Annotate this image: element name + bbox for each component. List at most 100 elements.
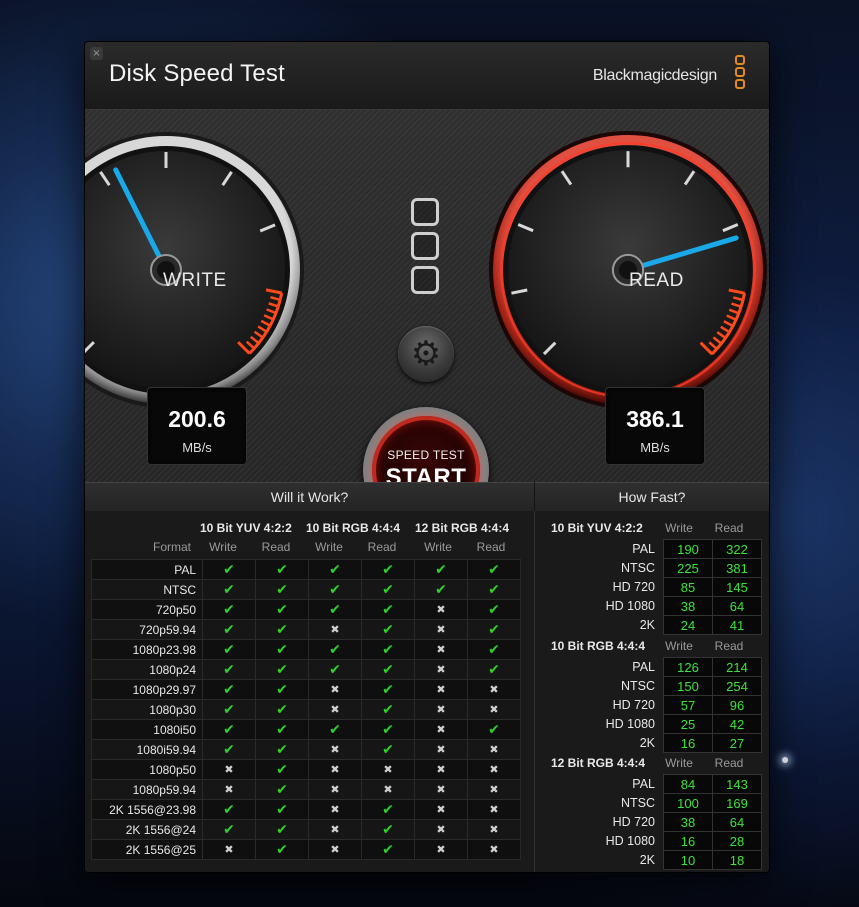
format-label: HD 1080 [605, 834, 655, 848]
table-row: 720p50 ✔ ✔ ✔ ✔ ✖ ✔ [91, 599, 521, 620]
check-icon: ✔ [202, 799, 256, 820]
write-fps-value: 225 [663, 558, 713, 578]
read-fps-value: 28 [712, 831, 762, 851]
cross-icon: ✖ [414, 779, 468, 800]
close-button[interactable]: × [90, 47, 103, 60]
check-icon: ✔ [467, 659, 521, 680]
check-icon: ✔ [361, 579, 415, 600]
format-label: 1080p29.97 [91, 679, 203, 700]
cross-icon: ✖ [414, 719, 468, 740]
check-icon: ✔ [308, 659, 362, 680]
read-column-header: Read [261, 540, 291, 554]
title-bar: × Disk Speed Test Blackmagicdesign [85, 42, 769, 110]
read-fps-value: 64 [712, 596, 762, 616]
check-icon: ✔ [467, 599, 521, 620]
check-icon: ✔ [308, 599, 362, 620]
table-row: NTSC 150 254 [537, 676, 762, 696]
cross-icon: ✖ [414, 699, 468, 720]
write-fps-value: 84 [663, 774, 713, 794]
check-icon: ✔ [202, 639, 256, 660]
format-label: 1080p23.98 [91, 639, 203, 660]
write-fps-value: 100 [663, 793, 713, 813]
check-icon: ✔ [361, 739, 415, 760]
format-label: 1080p50 [91, 759, 203, 780]
read-column-header: Read [714, 756, 744, 770]
read-fps-value: 145 [712, 577, 762, 597]
write-column-header: Write [209, 540, 237, 554]
check-icon: ✔ [467, 619, 521, 640]
check-icon: ✔ [361, 639, 415, 660]
table-row: 1080i50 ✔ ✔ ✔ ✔ ✖ ✔ [91, 719, 521, 740]
write-fps-value: 38 [663, 812, 713, 832]
check-icon: ✔ [361, 719, 415, 740]
read-fps-value: 169 [712, 793, 762, 813]
write-column-header: Write [665, 521, 693, 535]
background-star [782, 757, 788, 763]
format-label: NTSC [620, 679, 655, 693]
cross-icon: ✖ [467, 819, 521, 840]
format-label: NTSC [91, 579, 203, 600]
check-icon: ✔ [308, 719, 362, 740]
read-fps-value: 18 [712, 850, 762, 870]
brand-name: Blackmagicdesign [592, 67, 717, 84]
table-row: 2K 1556@24 ✔ ✔ ✖ ✔ ✖ ✖ [91, 819, 521, 840]
format-label: 1080p24 [91, 659, 203, 680]
format-label: PAL [632, 542, 655, 556]
format-label: 720p50 [91, 599, 203, 620]
check-icon: ✔ [255, 759, 309, 780]
write-column-header: Write [665, 756, 693, 770]
write-fps-value: 150 [663, 676, 713, 696]
table-row: NTSC 225 381 [537, 558, 762, 578]
gear-icon: ⚙ [410, 334, 442, 374]
format-label: 1080i50 [91, 719, 203, 740]
write-gauge-label: WRITE [163, 270, 227, 291]
cross-icon: ✖ [467, 739, 521, 760]
write-fps-value: 57 [663, 695, 713, 715]
check-icon: ✔ [467, 559, 521, 580]
format-label: 2K [639, 853, 655, 867]
write-column-header: Write [315, 540, 343, 554]
cross-icon: ✖ [467, 699, 521, 720]
cross-icon: ✖ [414, 819, 468, 840]
table-row: 1080p59.94 ✖ ✔ ✖ ✖ ✖ ✖ [91, 779, 521, 800]
read-column-header: Read [714, 639, 744, 653]
check-icon: ✔ [361, 839, 415, 860]
write-fps-value: 38 [663, 596, 713, 616]
format-label: 1080i59.94 [91, 739, 203, 760]
check-icon: ✔ [255, 719, 309, 740]
check-icon: ✔ [361, 679, 415, 700]
check-icon: ✔ [467, 719, 521, 740]
table-row: 2K 1556@25 ✖ ✔ ✖ ✔ ✖ ✖ [91, 839, 521, 860]
table-row: 2K 1556@23.98 ✔ ✔ ✖ ✔ ✖ ✖ [91, 799, 521, 820]
how-fast-group: 12 Bit RGB 4:4:4 Write Read PAL 84 143 NTSC 100… [535, 746, 769, 870]
how-fast-panel: 10 Bit YUV 4:2:2 Write Read PAL 190 322 NTSC 22… [535, 511, 769, 872]
how-fast-table: PAL 126 214 NTSC 150 254 HD 720 57 96 HD 1080 25 42… [537, 657, 762, 753]
how-fast-group: 10 Bit RGB 4:4:4 Write Read PAL 126 214 NTSC 15… [535, 629, 769, 753]
check-icon: ✔ [361, 659, 415, 680]
cross-icon: ✖ [414, 799, 468, 820]
check-icon: ✔ [467, 579, 521, 600]
check-icon: ✔ [308, 559, 362, 580]
cross-icon: ✖ [414, 619, 468, 640]
cross-icon: ✖ [467, 799, 521, 820]
write-fps-value: 190 [663, 539, 713, 559]
read-fps-value: 64 [712, 812, 762, 832]
read-fps-value: 381 [712, 558, 762, 578]
format-label: HD 1080 [605, 717, 655, 731]
check-icon: ✔ [255, 799, 309, 820]
check-icon: ✔ [255, 739, 309, 760]
check-icon: ✔ [255, 819, 309, 840]
check-icon: ✔ [202, 819, 256, 840]
table-row: PAL 126 214 [537, 657, 762, 677]
start-button-caption: SPEED TEST [387, 448, 465, 462]
cross-icon: ✖ [202, 779, 256, 800]
cross-icon: ✖ [467, 779, 521, 800]
check-icon: ✔ [255, 679, 309, 700]
settings-gear-button[interactable]: ⚙ [398, 326, 454, 382]
check-icon: ✔ [308, 639, 362, 660]
format-label: HD 720 [612, 580, 655, 594]
write-fps-value: 25 [663, 714, 713, 734]
cross-icon: ✖ [202, 839, 256, 860]
write-fps-value: 10 [663, 850, 713, 870]
format-label: 1080p30 [91, 699, 203, 720]
